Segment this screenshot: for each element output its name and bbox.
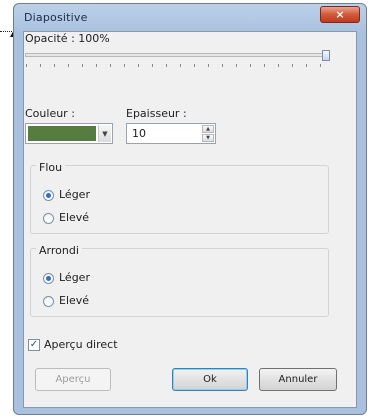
blur-high-label: Elevé: [59, 211, 90, 224]
rounding-light-label: Léger: [59, 271, 90, 284]
blur-high-radio[interactable]: [43, 213, 54, 224]
preview-button[interactable]: Aperçu: [35, 368, 111, 391]
title-bar[interactable]: Diapositive ×: [14, 4, 366, 32]
color-label: Couleur :: [25, 107, 75, 120]
spin-down-button[interactable]: ▼: [202, 134, 214, 142]
blur-group-label: Flou: [36, 161, 66, 174]
blur-light-radio[interactable]: [43, 190, 54, 201]
opacity-label: Opacité : 100%: [25, 32, 110, 45]
opacity-slider-ticks: [26, 64, 328, 67]
thickness-value: 10: [132, 127, 146, 140]
thickness-spin: ▲ ▼: [202, 125, 214, 142]
spin-up-button[interactable]: ▲: [202, 125, 214, 133]
opacity-slider-track[interactable]: [25, 53, 330, 57]
color-swatch: [28, 126, 96, 141]
rounding-high-label: Elevé: [59, 294, 90, 307]
live-preview-label: Aperçu direct: [44, 338, 118, 351]
live-preview-checkbox[interactable]: ✓: [28, 339, 40, 351]
cancel-button[interactable]: Annuler: [259, 368, 337, 391]
chevron-down-icon: ▼: [102, 129, 108, 138]
blur-light-label: Léger: [59, 188, 90, 201]
close-button[interactable]: ×: [320, 6, 360, 23]
rounding-high-radio[interactable]: [43, 296, 54, 307]
rounding-group-label: Arrondi: [36, 244, 82, 257]
opacity-slider-thumb[interactable]: [322, 50, 330, 61]
color-picker[interactable]: ▼: [25, 123, 113, 144]
color-dropdown-button[interactable]: ▼: [98, 125, 111, 142]
close-icon: ×: [335, 8, 345, 21]
rounding-light-radio[interactable]: [43, 273, 54, 284]
window-title: Diapositive: [24, 11, 88, 24]
thickness-label: Epaisseur :: [126, 107, 187, 120]
checkmark-icon: ✓: [29, 339, 39, 350]
ok-button[interactable]: Ok: [172, 368, 248, 391]
thickness-stepper[interactable]: 10 ▲ ▼: [126, 123, 216, 144]
